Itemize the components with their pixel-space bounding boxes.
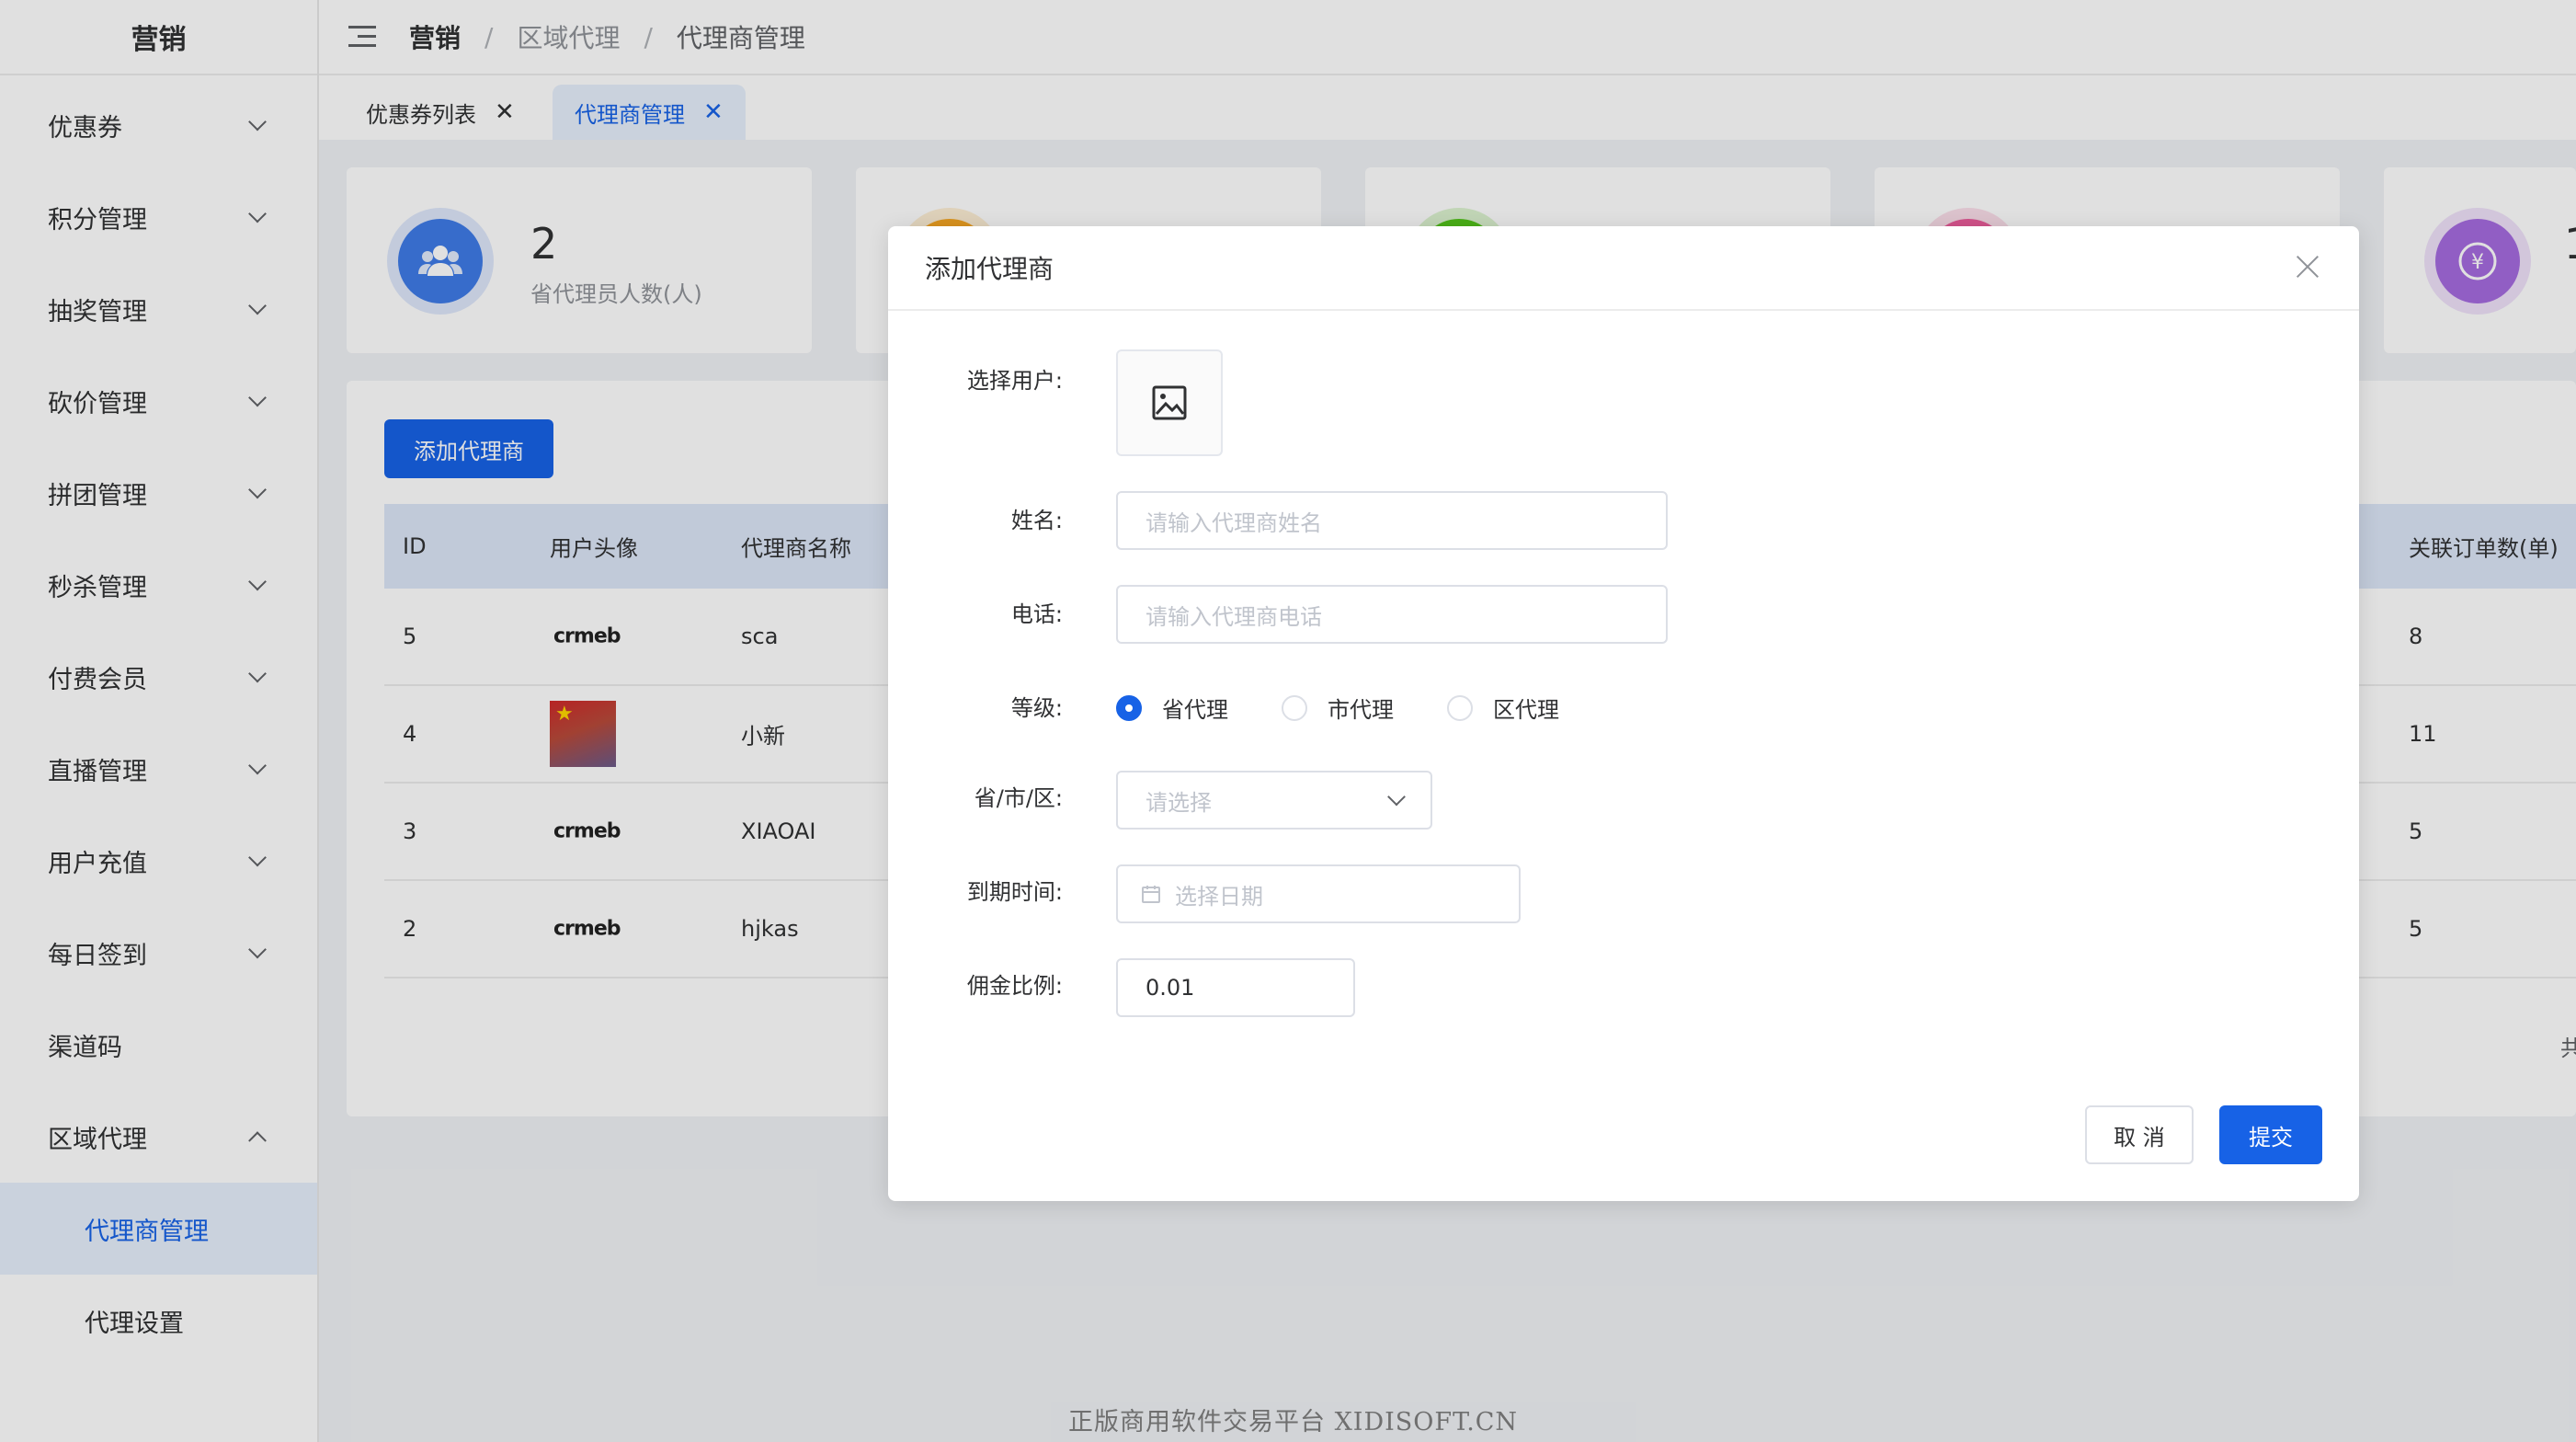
radio-dot	[1447, 694, 1473, 721]
image-placeholder-icon	[1152, 385, 1187, 420]
commission-input[interactable]: 0.01	[1116, 958, 1355, 1017]
radio-province-agent[interactable]: 省代理	[1116, 692, 1228, 724]
expire-date-picker[interactable]: 选择日期	[1116, 864, 1521, 923]
calendar-icon	[1142, 886, 1160, 903]
region-select-placeholder: 请选择	[1146, 789, 1212, 816]
label-select-user: 选择用户:	[966, 368, 1063, 394]
label-name: 姓名:	[1010, 508, 1063, 533]
date-placeholder: 选择日期	[1175, 883, 1263, 910]
radio-label: 区代理	[1493, 697, 1559, 723]
radio-dot	[1116, 694, 1142, 721]
dialog-title: 添加代理商	[925, 254, 1054, 284]
select-user-upload[interactable]	[1116, 349, 1223, 456]
label-commission: 佣金比例:	[966, 973, 1063, 999]
name-input[interactable]: 请输入代理商姓名	[1116, 491, 1668, 550]
radio-label: 省代理	[1162, 697, 1228, 723]
radio-dot	[1282, 694, 1307, 721]
radio-city-agent[interactable]: 市代理	[1282, 692, 1394, 724]
label-region: 省/市/区:	[974, 785, 1063, 811]
dialog-header: 添加代理商	[888, 226, 2359, 311]
label-level: 等级:	[1010, 695, 1063, 721]
footer-watermark: 正版商用软件交易平台 XIDISOFT.CN	[1068, 1408, 1519, 1436]
label-phone: 电话:	[1010, 601, 1063, 627]
add-agent-dialog: 添加代理商 选择用户: 姓名: 请输入代理商姓名 电话: 请输入代理商电话 等级…	[888, 226, 2359, 1201]
cancel-button[interactable]: 取 消	[2085, 1105, 2194, 1164]
submit-button[interactable]: 提交	[2219, 1105, 2322, 1164]
chevron-down-icon	[1387, 787, 1406, 807]
radio-district-agent[interactable]: 区代理	[1447, 692, 1559, 724]
label-expire-date: 到期时间:	[966, 879, 1063, 905]
radio-label: 市代理	[1328, 697, 1394, 723]
close-icon[interactable]	[2293, 252, 2322, 281]
phone-input[interactable]: 请输入代理商电话	[1116, 585, 1668, 644]
region-select[interactable]: 请选择	[1116, 771, 1432, 830]
